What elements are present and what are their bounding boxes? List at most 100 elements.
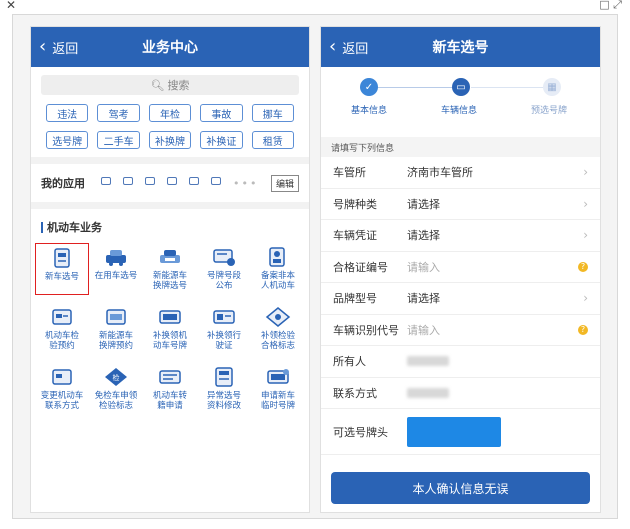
service-icon — [106, 250, 126, 266]
field-label: 品牌型号 — [333, 292, 377, 306]
service-icon — [269, 247, 285, 267]
quick-tag[interactable]: 补换牌 — [148, 131, 192, 149]
field-label: 所有人 — [333, 355, 366, 369]
form-row[interactable]: 号牌种类 请选择 › — [321, 189, 600, 220]
back-button[interactable]: ‹ 返回 — [329, 27, 368, 67]
chevron-right-icon: › — [583, 228, 588, 243]
service-item[interactable]: 机动车检 验预约 — [35, 303, 89, 355]
back-button[interactable]: ‹ 返回 — [39, 27, 78, 67]
service-label: 在用车选号 — [94, 271, 138, 281]
quick-tag[interactable]: 挪车 — [251, 104, 294, 122]
more-dots: ••• — [233, 176, 259, 190]
quick-tag[interactable]: 违法 — [46, 104, 89, 122]
service-label: 备案非本 — [260, 271, 295, 281]
quick-tag[interactable]: 补换证 — [200, 131, 243, 149]
quick-tag[interactable]: 租赁 — [251, 131, 294, 149]
service-item[interactable]: 变更机动车 联系方式 — [35, 363, 89, 415]
service-item[interactable]: 在用车选号 — [89, 243, 143, 295]
confirm-button[interactable]: 本人确认信息无误 — [331, 472, 590, 504]
service-grid: 新车选号 在用车选号 新能源车 换牌选号 号牌号段 公布 备案非本 人机动车机动车检 验预约 新能… — [31, 243, 309, 415]
form-row[interactable]: 车管所 济南市车管所 › — [321, 157, 600, 189]
service-label: 人机动车 — [260, 281, 295, 291]
service-item[interactable]: 新能源车 换牌预约 — [89, 303, 143, 355]
service-label: 检验标志 — [98, 401, 133, 411]
field-value[interactable] — [407, 387, 588, 398]
service-icon — [52, 369, 72, 385]
form-row[interactable]: 联系方式 — [321, 378, 600, 409]
plate-icon: ▦ — [543, 78, 561, 96]
close-icon[interactable]: ✕ — [6, 0, 16, 12]
service-icon — [52, 309, 72, 325]
field-value[interactable]: 请输入 — [407, 259, 578, 275]
field-value[interactable] — [407, 356, 588, 367]
service-label: 免检车申领 — [94, 391, 138, 401]
app-car-icon[interactable] — [101, 176, 111, 185]
service-label: 籍申请 — [157, 401, 183, 411]
service-item[interactable]: 机动车转 籍申请 — [143, 363, 197, 415]
field-value[interactable]: 济南市车管所 — [407, 164, 583, 180]
check-icon: ✓ — [360, 78, 378, 96]
service-item[interactable]: 补领检验 合格标志 — [251, 303, 305, 355]
help-icon[interactable]: ? — [578, 261, 588, 272]
service-item[interactable]: 补换领机 动车号牌 — [143, 303, 197, 355]
service-label: 号牌号段 — [206, 271, 241, 281]
app-search-icon[interactable] — [167, 176, 177, 185]
page-title: 业务中心 — [142, 40, 198, 56]
field-value[interactable] — [407, 416, 588, 447]
service-item[interactable]: 补换领行 驶证 — [197, 303, 251, 355]
service-item[interactable]: 申请新车 临时号牌 — [251, 363, 305, 415]
quick-tag[interactable]: 二手车 — [97, 131, 140, 149]
service-label: 异常选号 — [206, 391, 241, 401]
step-line — [471, 87, 551, 88]
field-value[interactable]: 请选择 — [407, 290, 583, 306]
service-label: 联系方式 — [44, 401, 79, 411]
quick-tag[interactable]: 驾考 — [97, 104, 140, 122]
service-icon — [160, 250, 180, 263]
section-title-text: 机动车业务 — [47, 221, 102, 234]
form-row[interactable]: 所有人 — [321, 346, 600, 378]
service-label: 补换领行 — [206, 331, 241, 341]
form-row[interactable]: 车辆凭证 请选择 › — [321, 220, 600, 252]
service-item[interactable]: 异常选号 资料修改 — [197, 363, 251, 415]
service-label: 机动车转 — [152, 391, 187, 401]
help-icon[interactable]: ? — [578, 324, 588, 335]
service-item[interactable]: 检免检车申领 检验标志 — [89, 363, 143, 415]
service-icon — [267, 369, 289, 384]
redacted-value — [407, 387, 449, 398]
quick-tag[interactable]: 事故 — [200, 104, 243, 122]
app-card-icon[interactable] — [123, 176, 133, 185]
header: ‹ 返回 新车选号 — [321, 27, 600, 67]
form-fields: 车管所 济南市车管所 › 号牌种类 请选择 › 车辆凭证 请选择 › 合格证编号 请输入? 品牌型号请… — [321, 157, 600, 455]
app-doc-icon[interactable] — [189, 176, 199, 185]
form-row[interactable]: 合格证编号 请输入? — [321, 252, 600, 283]
redacted-value — [407, 356, 449, 367]
form-row[interactable]: 可选号牌头 — [321, 409, 600, 455]
service-item[interactable]: 新车选号 — [35, 243, 89, 295]
service-label: 新车选号 — [44, 272, 79, 282]
form-row[interactable]: 品牌型号 请选择 › — [321, 283, 600, 315]
service-icon — [54, 248, 70, 268]
field-value[interactable]: 请选择 — [407, 227, 583, 243]
search-icon: 🔍︎ — [150, 78, 165, 92]
restore-icon[interactable]: □ ⤢ — [599, 0, 622, 12]
plate-prefix-box[interactable] — [407, 416, 501, 447]
quick-tags: 违法 驾考 年检 事故 挪车选号牌 二手车 补换牌 补换证 租赁 — [31, 95, 309, 149]
new-car-plate-screen: ‹ 返回 新车选号 ✓ ▭ ▦ 基本信息 车辆信息 预选号牌 请填写下列信息 车… — [320, 26, 601, 513]
service-item[interactable]: 备案非本 人机动车 — [251, 243, 305, 295]
form-row[interactable]: 车辆识别代号 请输入? — [321, 315, 600, 346]
window-bar: ✕ □ ⤢ — [0, 0, 630, 14]
step-label-2: 车辆信息 — [441, 106, 478, 116]
service-label: 变更机动车 — [40, 391, 84, 401]
service-item[interactable]: 号牌号段 公布 — [197, 243, 251, 295]
search-input[interactable]: 🔍︎ 搜索 — [41, 75, 299, 95]
app-grid-icon[interactable] — [211, 176, 221, 185]
app-plate-icon[interactable] — [145, 176, 155, 185]
service-item[interactable]: 新能源车 换牌选号 — [143, 243, 197, 295]
field-value[interactable]: 请输入 — [407, 322, 578, 338]
quick-tag[interactable]: 年检 — [148, 104, 192, 122]
service-label: 补领检验 — [260, 331, 295, 341]
field-value[interactable]: 请选择 — [407, 196, 583, 212]
edit-button[interactable]: 编辑 — [270, 174, 299, 192]
service-icon — [159, 310, 181, 324]
quick-tag[interactable]: 选号牌 — [46, 131, 89, 149]
